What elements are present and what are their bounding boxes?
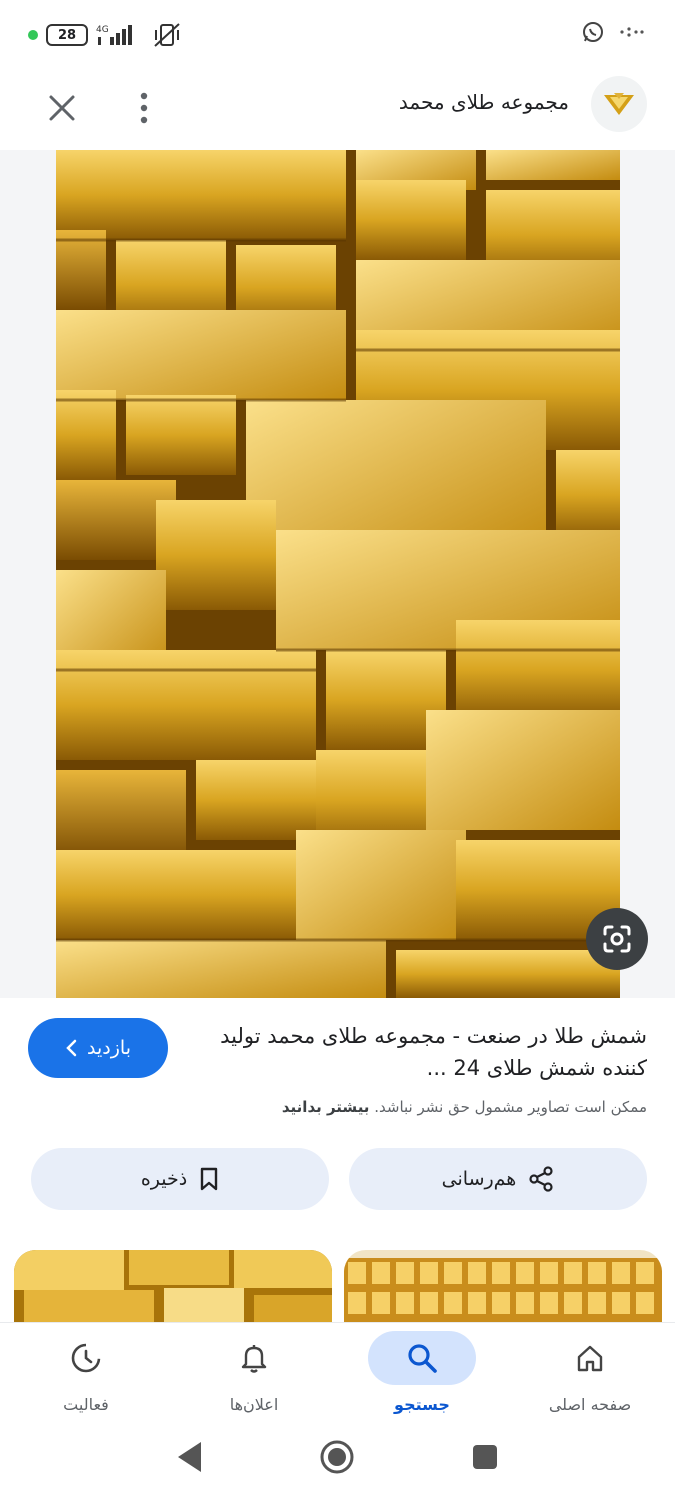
result-header: مجموعه طلای محمد [0, 72, 675, 150]
system-nav-buttons [178, 1440, 497, 1474]
close-button[interactable] [40, 86, 84, 130]
related-gold-image [14, 1250, 332, 1322]
save-button-label: ذخیره [140, 1168, 188, 1190]
copyright-notice: ممکن است تصاویر مشمول حق نشر نباشد. بیشت… [282, 1098, 647, 1116]
gold-logo-icon [604, 93, 634, 115]
back-button[interactable] [178, 1442, 201, 1472]
google-lens-button[interactable] [586, 908, 648, 970]
network-type-label: 4G [96, 25, 109, 35]
share-button[interactable]: هم‌رسانی [349, 1148, 647, 1210]
nav-icon-container [32, 1331, 140, 1385]
home-button[interactable] [320, 1440, 354, 1474]
home-icon [577, 1345, 603, 1372]
notification-dot-icon [28, 30, 38, 40]
learn-more-link[interactable]: بیشتر بدانید [282, 1098, 370, 1116]
bookmark-icon [201, 1167, 218, 1191]
gold-bars-illustration [56, 150, 620, 998]
related-image-thumbnail[interactable] [14, 1250, 332, 1322]
nav-icon-container [536, 1331, 644, 1385]
more-dots-icon [620, 27, 644, 37]
bottom-navigation: صفحه اصلی جستجو اعلان‌ها فعالیت [0, 1322, 675, 1422]
image-viewer [0, 150, 675, 998]
site-logo[interactable] [591, 76, 647, 132]
share-icon [529, 1166, 553, 1192]
nav-item-home[interactable]: صفحه اصلی [506, 1323, 674, 1423]
nav-item-search[interactable]: جستجو [338, 1323, 506, 1423]
nav-label-search: جستجو [394, 1395, 450, 1414]
activity-icon [71, 1343, 101, 1373]
nav-label-home: صفحه اصلی [548, 1395, 632, 1414]
visit-button[interactable]: بازدید [28, 1018, 168, 1078]
related-images [0, 1250, 675, 1322]
system-navigation-bar [0, 1422, 675, 1500]
gold-bars-image[interactable] [56, 150, 620, 998]
nav-item-notifications[interactable]: اعلان‌ها [170, 1323, 338, 1423]
nav-item-activity[interactable]: فعالیت [2, 1323, 170, 1423]
search-icon [408, 1344, 437, 1373]
kebab-menu-icon [140, 92, 148, 124]
save-button[interactable]: ذخیره [31, 1148, 329, 1210]
whatsapp-icon [583, 22, 603, 42]
vibrate-off-icon [154, 23, 180, 47]
nav-label-activity: فعالیت [63, 1395, 109, 1414]
status-right [581, 20, 645, 44]
related-image-thumbnail[interactable] [344, 1250, 662, 1322]
site-name[interactable]: مجموعه طلای محمد [399, 90, 569, 114]
nav-icon-container [200, 1331, 308, 1385]
chevron-left-icon [66, 1039, 77, 1057]
status-bar: 28 4G [0, 0, 675, 72]
lens-icon [603, 925, 631, 953]
status-left: 28 4G [28, 22, 182, 48]
nav-label-notifications: اعلان‌ها [229, 1395, 279, 1414]
close-icon [49, 95, 75, 121]
share-button-label: هم‌رسانی [441, 1168, 517, 1190]
copyright-text: ممکن است تصاویر مشمول حق نشر نباشد. [374, 1098, 647, 1116]
battery-indicator: 28 [46, 24, 88, 46]
result-title[interactable]: شمش طلا در صنعت - مجموعه طلای محمد تولید… [207, 1020, 647, 1084]
related-gold-shelves-image [344, 1250, 662, 1322]
nav-icon-container [368, 1331, 476, 1385]
signal-icon: 4G [96, 25, 132, 45]
more-options-button[interactable] [126, 86, 162, 130]
recents-button[interactable] [473, 1445, 497, 1469]
visit-button-label: بازدید [87, 1037, 131, 1059]
result-info-panel: بازدید شمش طلا در صنعت - مجموعه طلای محم… [0, 998, 675, 1248]
bell-icon [241, 1345, 267, 1373]
